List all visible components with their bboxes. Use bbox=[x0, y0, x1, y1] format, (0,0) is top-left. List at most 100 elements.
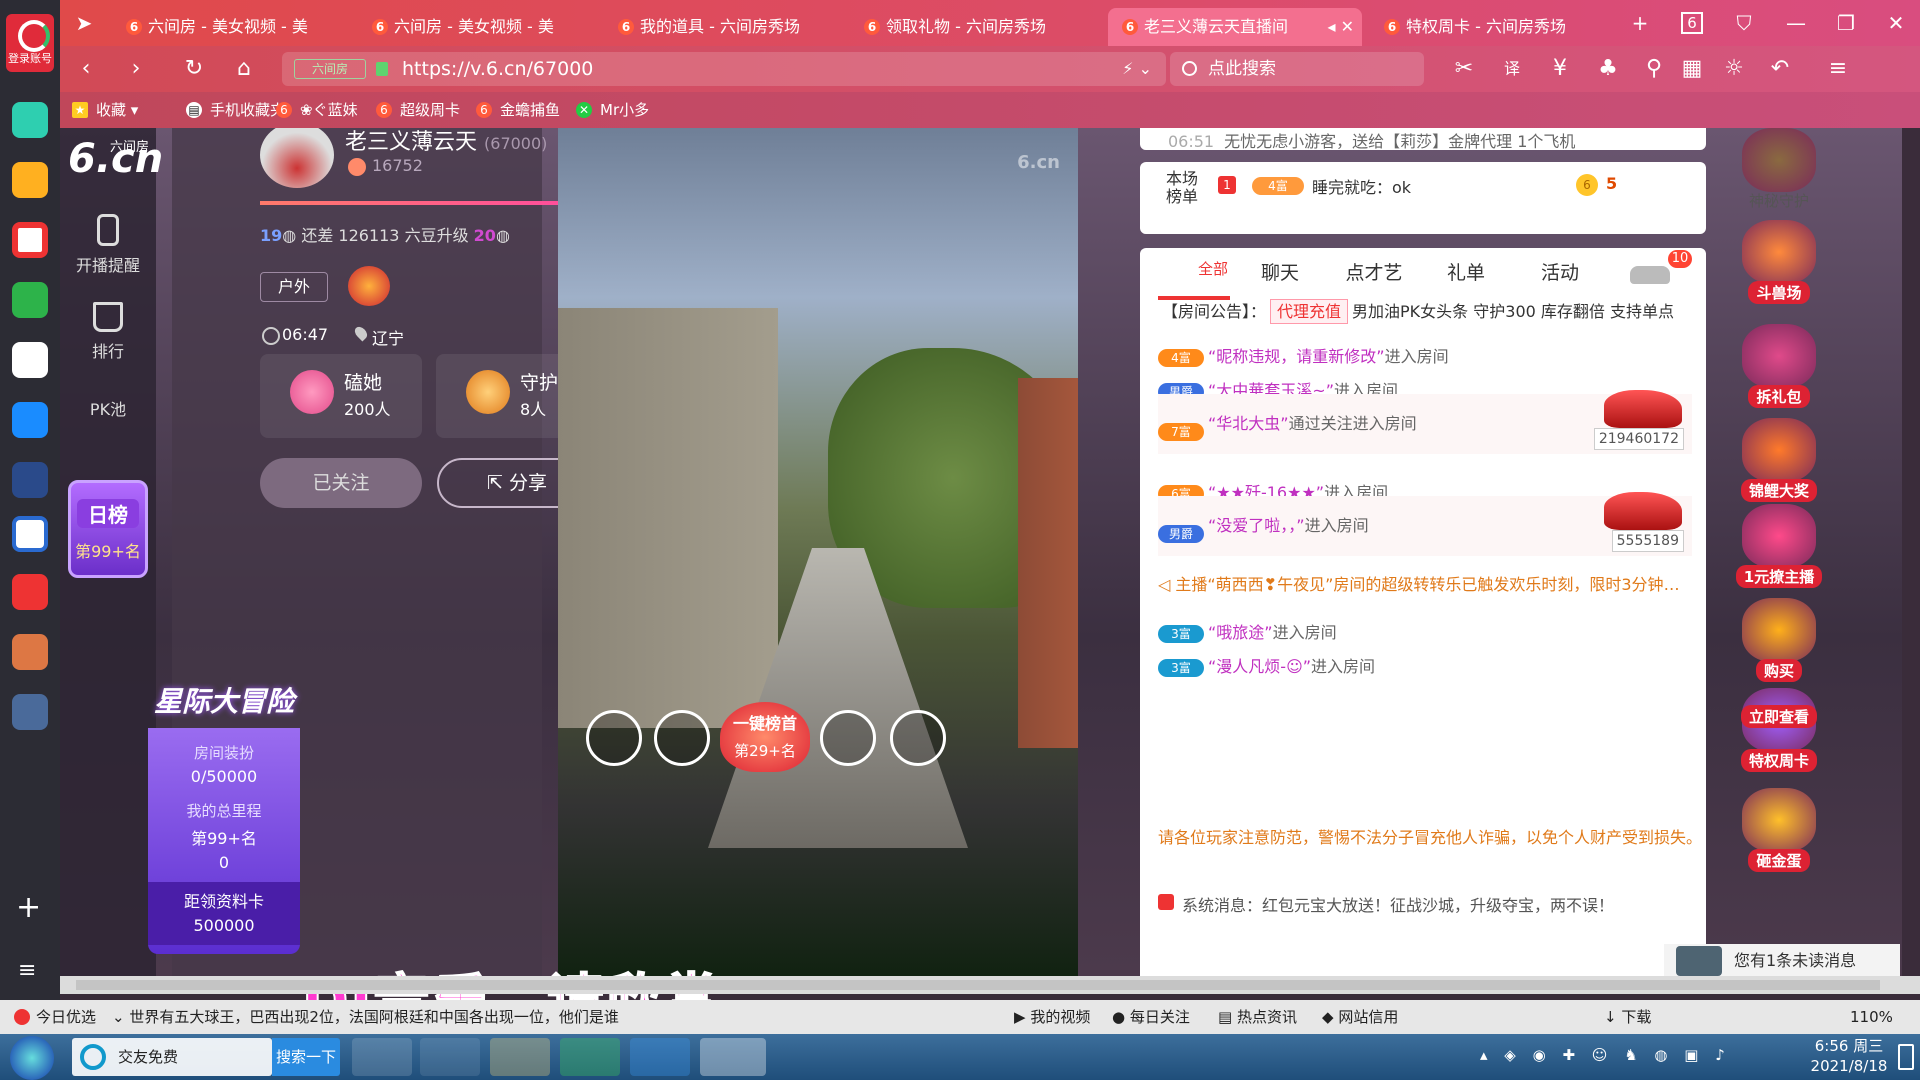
notification-icon[interactable] bbox=[1898, 1044, 1914, 1070]
seat-icon[interactable] bbox=[654, 710, 710, 766]
site-logo[interactable]: 六间房 6.cn bbox=[66, 132, 163, 188]
weibo-icon[interactable] bbox=[12, 222, 48, 258]
like-card[interactable]: 磕她 200人 bbox=[260, 354, 422, 438]
folder-icon[interactable] bbox=[490, 1038, 550, 1076]
translate-icon[interactable]: 译 bbox=[1492, 54, 1532, 84]
seat-icon[interactable] bbox=[890, 710, 946, 766]
bookmark[interactable]: 6 ❀ぐ蓝妹 bbox=[276, 92, 358, 128]
doc-icon[interactable] bbox=[12, 516, 48, 552]
bookmark[interactable]: ▤ 手机收藏夹 bbox=[186, 92, 285, 128]
bookmark-favorites[interactable]: ★ 收藏 ▾ bbox=[72, 92, 138, 128]
activity-item[interactable]: 砸金蛋 bbox=[1720, 788, 1838, 872]
activity-item[interactable]: 立即查看 bbox=[1720, 705, 1838, 728]
status-credit[interactable]: ◆ 网站信用 bbox=[1322, 1000, 1398, 1034]
activity-item[interactable]: 1元撩主播 bbox=[1720, 504, 1838, 588]
app-icon[interactable] bbox=[12, 102, 48, 138]
gamepad-icon[interactable]: ♣ bbox=[1588, 54, 1628, 84]
cloud-icon[interactable] bbox=[12, 342, 48, 378]
status-download[interactable]: ↓ 下载 bbox=[1604, 1000, 1651, 1034]
unread-message-bar[interactable]: 您有1条未读消息 bbox=[1664, 944, 1900, 978]
chat-user-name[interactable]: “没爱了啦，，” bbox=[1208, 516, 1305, 535]
grid-icon[interactable]: ▦ bbox=[1672, 54, 1712, 84]
game2-icon[interactable] bbox=[12, 694, 48, 730]
follow-button[interactable]: 已关注 bbox=[260, 458, 422, 508]
chevron-down-icon[interactable]: ⚡ ⌄ bbox=[1122, 52, 1152, 86]
back-icon[interactable]: ‹ bbox=[66, 54, 106, 84]
brightness-icon[interactable]: ☼ bbox=[1714, 54, 1754, 84]
seat-icon[interactable] bbox=[820, 710, 876, 766]
tab-chat[interactable]: 聊天 bbox=[1240, 258, 1320, 294]
shirt-icon[interactable]: ⛉ bbox=[1724, 8, 1764, 38]
tab[interactable]: 6 特权周卡 - 六间房秀场 bbox=[1370, 8, 1616, 46]
scissors-icon[interactable]: ✂ bbox=[1444, 54, 1484, 84]
star-icon[interactable] bbox=[12, 162, 48, 198]
chat-user-name[interactable]: “哦旅途” bbox=[1208, 623, 1273, 642]
session-rank[interactable]: 本场榜单 1 4富 睡完就吃：ok 6 5 bbox=[1140, 162, 1706, 234]
menu-icon[interactable]: ≡ bbox=[18, 958, 36, 983]
status-hot-news[interactable]: ▤ 热点资讯 bbox=[1218, 1000, 1297, 1034]
search-input[interactable]: 点此搜索 bbox=[1170, 52, 1424, 86]
tab-activities[interactable]: 活动 bbox=[1520, 258, 1600, 294]
ie-browser-icon[interactable] bbox=[420, 1038, 480, 1076]
p-icon[interactable] bbox=[12, 402, 48, 438]
notice-tag[interactable]: 代理充值 bbox=[1270, 299, 1349, 324]
tray-icons[interactable]: ▴ ◈ ◉ ✚ ☺ ♞ ◍ ▣ ♪ bbox=[1480, 1046, 1780, 1068]
status-daily-follow[interactable]: ● 每日关注 bbox=[1112, 1000, 1190, 1034]
one-key-top-button[interactable]: 一键榜首 第29+名 bbox=[720, 702, 810, 772]
activity-item[interactable]: 神秘守护 bbox=[1720, 128, 1838, 212]
trophy-icon[interactable] bbox=[348, 266, 390, 306]
tab-gifts[interactable]: 礼单 bbox=[1426, 258, 1506, 294]
system-notice[interactable]: ◁ 主播“萌西西❣午夜见”房间的超级转转乐已触发欢乐时刻，限时3分钟。快来参与吧… bbox=[1158, 570, 1692, 600]
address-bar[interactable]: 六间房 https://v.6.cn/67000 ⚡ ⌄ bbox=[282, 52, 1166, 86]
status-my-video[interactable]: ▶ 我的视频 bbox=[1014, 1000, 1090, 1034]
undo-icon[interactable]: ↶ bbox=[1760, 54, 1800, 84]
nav-rank[interactable]: 排行 bbox=[60, 302, 156, 362]
bookmark[interactable]: ✕ Mr小多 bbox=[576, 92, 649, 128]
game-icon[interactable] bbox=[12, 634, 48, 670]
qq-icon[interactable] bbox=[700, 1038, 766, 1076]
nav-pk[interactable]: PK池 bbox=[60, 396, 156, 420]
coin-icon[interactable]: ¥ bbox=[1540, 54, 1580, 84]
nav-live-remind[interactable]: 开播提醒 bbox=[60, 214, 156, 276]
scrollbar-thumb[interactable] bbox=[76, 980, 1880, 990]
star-adventure-panel[interactable]: 星际大冒险 房间装扮 0/50000 我的总里程 第99+名 0 距领资料卡 5… bbox=[148, 648, 300, 954]
browser-logo-icon[interactable]: ➤ bbox=[64, 8, 104, 38]
activity-item[interactable]: 锦鲤大奖 bbox=[1720, 418, 1838, 502]
start-button[interactable] bbox=[10, 1036, 54, 1080]
tab-talent[interactable]: 点才艺 bbox=[1334, 258, 1414, 294]
shop-icon[interactable] bbox=[12, 574, 48, 610]
activity-item[interactable]: 拆礼包 bbox=[1720, 324, 1838, 408]
tab[interactable]: 6 领取礼物 - 六间房秀场 bbox=[850, 8, 1096, 46]
close-tab-icon[interactable]: ◂ ✕ bbox=[1327, 8, 1354, 46]
car-icon[interactable] bbox=[1630, 266, 1670, 284]
magnifier-icon[interactable]: ⚲ bbox=[1634, 54, 1674, 84]
avatar[interactable] bbox=[260, 128, 334, 188]
taskbar-search-button[interactable]: 搜索一下 bbox=[272, 1038, 340, 1076]
horizontal-scrollbar[interactable] bbox=[60, 976, 1920, 994]
news-icon[interactable] bbox=[12, 462, 48, 498]
close-window-icon[interactable]: ✕ bbox=[1876, 8, 1916, 38]
tab-count[interactable]: 6 bbox=[1672, 8, 1712, 38]
minimize-icon[interactable]: — bbox=[1776, 8, 1816, 38]
chat-user-name[interactable]: “华北大虫” bbox=[1208, 414, 1289, 433]
clock[interactable]: 6:56 周三 2021/8/18 bbox=[1806, 1036, 1892, 1076]
more-icon[interactable]: ≡ bbox=[1818, 54, 1858, 84]
login-button[interactable]: 登录账号 bbox=[6, 14, 54, 72]
category-tag[interactable]: 户外 bbox=[260, 272, 328, 302]
news-ticker[interactable]: ⌄ 世界有五大球王，巴西出现2位，法国阿根廷和中国各出现一位，他们是谁 bbox=[112, 1000, 652, 1034]
live-video[interactable]: 6.cn 一键榜首 第29+名 bbox=[558, 128, 1078, 976]
bookmark[interactable]: 6 金蟾捕鱼 bbox=[476, 92, 560, 128]
tab[interactable]: 6 我的道具 - 六间房秀场 bbox=[604, 8, 850, 46]
restore-icon[interactable]: ❐ bbox=[1826, 8, 1866, 38]
player-icon[interactable] bbox=[630, 1038, 690, 1076]
today-picks[interactable]: 今日优选 bbox=[14, 1000, 96, 1034]
mail-icon[interactable] bbox=[12, 282, 48, 318]
k-app-icon[interactable] bbox=[352, 1038, 412, 1076]
activity-item[interactable]: 特权周卡 bbox=[1720, 688, 1838, 772]
new-tab-icon[interactable]: + bbox=[1620, 8, 1660, 38]
activity-item[interactable]: 购买 bbox=[1720, 598, 1838, 682]
home-icon[interactable]: ⌂ bbox=[224, 54, 264, 84]
tab[interactable]: 6 六间房 - 美女视频 - 美 bbox=[112, 8, 358, 46]
forward-icon[interactable]: › bbox=[116, 54, 156, 84]
browser-icon[interactable] bbox=[560, 1038, 620, 1076]
